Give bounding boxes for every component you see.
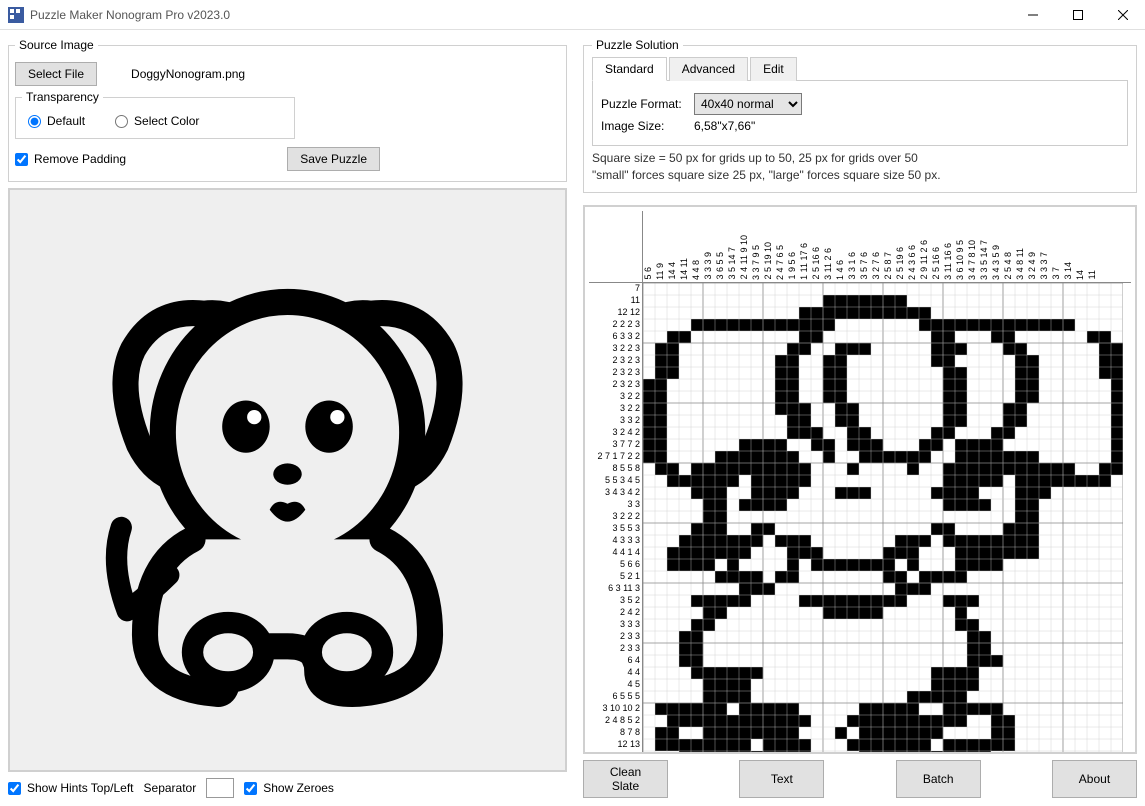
batch-button[interactable]: Batch xyxy=(896,760,981,798)
close-button[interactable] xyxy=(1100,0,1145,30)
window-title: Puzzle Maker Nonogram Pro v2023.0 xyxy=(30,8,1010,22)
tab-standard[interactable]: Standard xyxy=(592,57,667,81)
save-puzzle-button[interactable]: Save Puzzle xyxy=(287,147,380,171)
dog-image xyxy=(50,230,525,730)
info-text: Square size = 50 px for grids up to 50, … xyxy=(592,150,1128,184)
size-value: 6,58"x7,66" xyxy=(694,119,755,133)
minimize-button[interactable] xyxy=(1010,0,1055,30)
show-zeroes-check[interactable]: Show Zeroes xyxy=(244,781,334,795)
radio-default[interactable]: Default xyxy=(28,114,85,128)
text-button[interactable]: Text xyxy=(739,760,824,798)
maximize-button[interactable] xyxy=(1055,0,1100,30)
titlebar: Puzzle Maker Nonogram Pro v2023.0 xyxy=(0,0,1145,30)
app-icon xyxy=(8,7,24,23)
tab-edit[interactable]: Edit xyxy=(750,57,797,81)
show-hints-check[interactable]: Show Hints Top/Left xyxy=(8,781,134,795)
remove-padding-check[interactable]: Remove Padding xyxy=(15,152,126,166)
tab-body: Puzzle Format: 40x40 normal Image Size: … xyxy=(592,81,1128,146)
tabs: Standard Advanced Edit xyxy=(592,56,1128,81)
transparency-legend: Transparency xyxy=(22,90,103,104)
puzzle-solution-group: Puzzle Solution Standard Advanced Edit P… xyxy=(583,38,1137,193)
tab-advanced[interactable]: Advanced xyxy=(669,57,748,81)
about-button[interactable]: About xyxy=(1052,760,1137,798)
source-legend: Source Image xyxy=(15,38,98,52)
solution-legend: Puzzle Solution xyxy=(592,38,683,52)
nonogram-grid: 5 611 914 414 114 4 83 3 3 93 6 5 53 5 1… xyxy=(583,205,1137,754)
separator-input[interactable] xyxy=(206,778,234,798)
transparency-group: Transparency Default Select Color xyxy=(15,90,295,139)
clean-slate-button[interactable]: Clean Slate xyxy=(583,760,668,798)
source-preview xyxy=(8,188,567,772)
format-label: Puzzle Format: xyxy=(601,97,686,111)
select-file-button[interactable]: Select File xyxy=(15,62,97,86)
format-select[interactable]: 40x40 normal xyxy=(694,93,802,115)
radio-select-color[interactable]: Select Color xyxy=(115,114,199,128)
filename-label: DoggyNonogram.png xyxy=(131,67,245,81)
source-image-group: Source Image Select File DoggyNonogram.p… xyxy=(8,38,567,182)
separator-label: Separator xyxy=(144,781,197,795)
size-label: Image Size: xyxy=(601,119,686,133)
